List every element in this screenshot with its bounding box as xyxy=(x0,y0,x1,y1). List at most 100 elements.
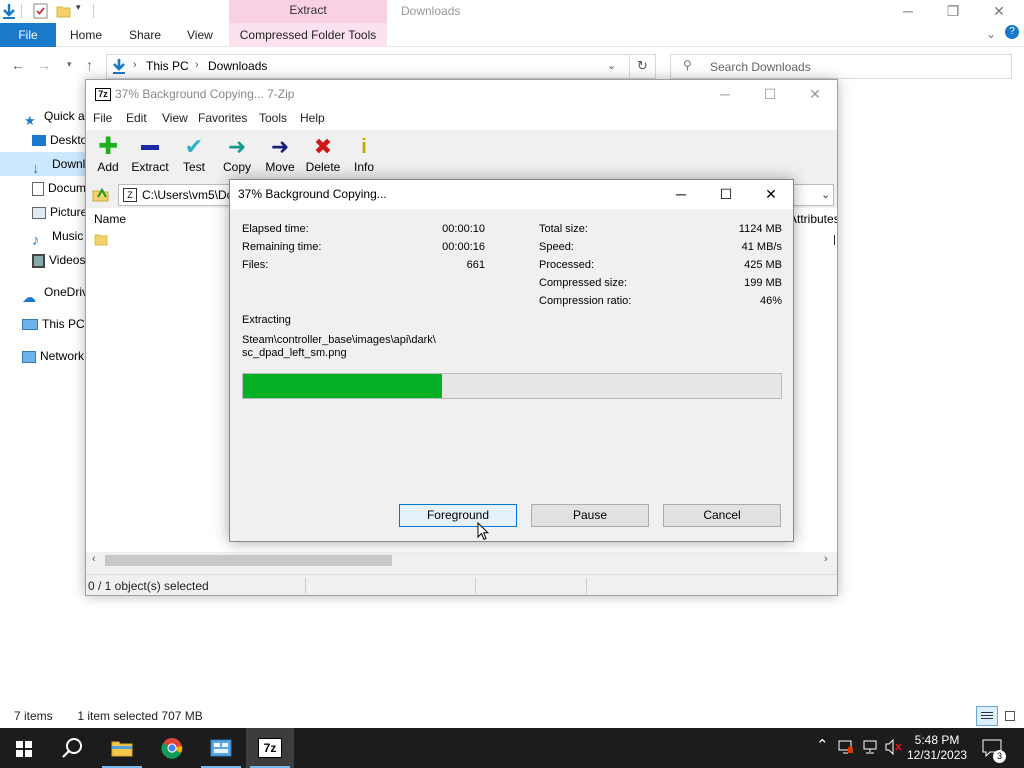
search-icon: ⚲ xyxy=(683,58,692,72)
minimize-button[interactable]: ─ xyxy=(885,0,931,23)
address-bar[interactable]: › This PC › Downloads ⌄ ↻ xyxy=(106,54,656,79)
7zip-title-bar: 7z 37% Background Copying... 7-Zip ─ ☐ ✕ xyxy=(86,80,837,108)
menu-tools[interactable]: Tools xyxy=(259,111,287,125)
address-dropdown-icon[interactable]: ⌄ xyxy=(607,59,616,72)
tab-file[interactable]: File xyxy=(0,23,56,47)
refresh-icon[interactable]: ↻ xyxy=(637,58,648,74)
help-icon[interactable]: ? xyxy=(1005,25,1019,39)
properties-icon[interactable] xyxy=(33,3,48,22)
archive-icon: Z xyxy=(123,188,137,202)
add-button[interactable]: ✚ Add xyxy=(86,133,130,175)
foreground-button[interactable]: Foreground xyxy=(399,504,517,527)
7zip-toolbar: ✚ Add Extract ✔ Test ➜ Copy ➜ Move ✖ Del… xyxy=(86,130,837,180)
taskbar-control-panel[interactable] xyxy=(197,728,245,768)
menu-edit[interactable]: Edit xyxy=(126,111,147,125)
up-arrow-icon[interactable]: ↑ xyxy=(86,57,93,73)
scroll-left-icon[interactable]: ‹ xyxy=(92,553,96,565)
path-dropdown-icon[interactable]: ⌄ xyxy=(821,185,830,205)
show-hidden-icons-icon[interactable]: ⌃ xyxy=(816,736,829,754)
folder-up-icon[interactable] xyxy=(92,185,110,206)
forward-arrow-icon[interactable]: → xyxy=(37,57,51,73)
7zip-maximize-button[interactable]: ☐ xyxy=(747,80,793,108)
close-button[interactable]: ✕ xyxy=(976,0,1022,23)
7zip-icon: 7z xyxy=(258,738,282,758)
scrollbar-thumb[interactable] xyxy=(105,555,392,566)
add-icon: ✚ xyxy=(97,133,119,160)
scroll-right-icon[interactable]: › xyxy=(824,553,828,565)
taskbar-file-explorer[interactable] xyxy=(98,728,146,768)
info-label: Info xyxy=(353,160,374,174)
remaining-time-label: Remaining time: xyxy=(242,241,322,253)
customize-quick-access-icon[interactable]: ▾ xyxy=(76,2,81,13)
test-label: Test xyxy=(182,160,205,174)
breadcrumb-downloads[interactable]: Downloads xyxy=(208,59,267,73)
search-box[interactable]: ⚲ Search Downloads xyxy=(670,54,1012,79)
file-explorer-icon xyxy=(111,738,133,761)
column-header-attributes[interactable]: Attributes xyxy=(789,212,837,226)
dialog-maximize-button[interactable]: ☐ xyxy=(703,180,749,209)
progress-bar xyxy=(242,373,782,399)
ribbon-expand-icon[interactable]: ⌄ xyxy=(986,27,996,41)
extract-button[interactable]: Extract xyxy=(128,136,172,174)
nav-item-onedrive[interactable]: ☁ OneDrive xyxy=(22,281,86,303)
tab-view[interactable]: View xyxy=(187,23,213,47)
copy-button[interactable]: ➜ Copy xyxy=(215,136,259,175)
dialog-close-button[interactable]: ✕ xyxy=(748,180,794,209)
large-icons-view-button[interactable] xyxy=(1002,708,1018,724)
breadcrumb-this-pc[interactable]: This PC xyxy=(146,59,189,73)
breadcrumb-separator-icon: › xyxy=(133,59,137,71)
large-icons-view-icon xyxy=(1005,711,1015,721)
column-header-name[interactable]: Name xyxy=(94,212,126,226)
info-button[interactable]: i Info xyxy=(342,136,386,174)
7zip-close-button[interactable]: ✕ xyxy=(792,80,838,108)
nav-item-label: OneDrive xyxy=(44,285,86,299)
new-folder-icon[interactable] xyxy=(56,3,71,22)
7zip-status-bar: 0 / 1 object(s) selected xyxy=(86,574,837,596)
maximize-button[interactable]: ❐ xyxy=(930,0,976,23)
nav-item-network[interactable]: Network xyxy=(22,345,86,367)
details-view-button[interactable] xyxy=(976,706,998,726)
delete-button[interactable]: ✖ Delete xyxy=(301,136,345,175)
dialog-minimize-button[interactable]: ─ xyxy=(658,180,704,209)
cancel-button[interactable]: Cancel xyxy=(663,504,781,527)
tab-compressed-folder-tools[interactable]: Compressed Folder Tools xyxy=(229,23,387,47)
network-icon[interactable] xyxy=(862,740,878,757)
horizontal-scrollbar[interactable]: ‹ › xyxy=(86,552,837,569)
pause-button[interactable]: Pause xyxy=(531,504,649,527)
total-size-value: 1124 MB xyxy=(738,223,782,235)
nav-item-label: Quick access xyxy=(44,109,88,123)
menu-view[interactable]: View xyxy=(162,111,188,125)
taskbar-chrome[interactable] xyxy=(148,728,196,768)
taskbar-7zip[interactable]: 7z xyxy=(246,728,294,768)
menu-file[interactable]: File xyxy=(93,111,112,125)
menu-favorites[interactable]: Favorites xyxy=(198,111,247,125)
clock[interactable]: 5:48 PM 12/31/2023 xyxy=(907,733,967,763)
compression-ratio-value: 46% xyxy=(759,295,782,307)
nav-item-quick-access[interactable]: ★ Quick access xyxy=(24,105,88,127)
info-icon: i xyxy=(361,136,367,158)
test-button[interactable]: ✔ Test xyxy=(172,136,216,175)
nav-item-this-pc[interactable]: This PC xyxy=(22,313,86,335)
tab-share[interactable]: Share xyxy=(129,23,161,47)
tab-home[interactable]: Home xyxy=(70,23,102,47)
elapsed-time-value: 00:00:10 xyxy=(442,223,485,235)
start-button[interactable] xyxy=(0,728,48,768)
files-label: Files: xyxy=(242,259,269,271)
list-cell-marker xyxy=(834,235,835,245)
speed-value: 41 MB/s xyxy=(741,241,782,253)
move-label: Move xyxy=(265,160,295,174)
clock-time: 5:48 PM xyxy=(914,733,960,747)
move-button[interactable]: ➜ Move xyxy=(258,136,302,175)
contextual-tab-group-label: Extract xyxy=(229,0,387,23)
back-arrow-icon[interactable]: ← xyxy=(11,57,25,73)
files-value: 661 xyxy=(466,259,485,271)
address-divider xyxy=(629,55,630,78)
menu-help[interactable]: Help xyxy=(300,111,325,125)
folder-icon[interactable] xyxy=(94,232,108,249)
tab-compressed-folder-tools-label: Compressed Folder Tools xyxy=(239,28,377,42)
search-button[interactable] xyxy=(48,728,96,768)
speaker-muted-icon[interactable] xyxy=(885,738,903,758)
7zip-minimize-button[interactable]: ─ xyxy=(702,80,748,108)
monitor-alert-icon[interactable] xyxy=(838,740,854,757)
recent-locations-icon[interactable]: ▾ xyxy=(67,59,72,70)
